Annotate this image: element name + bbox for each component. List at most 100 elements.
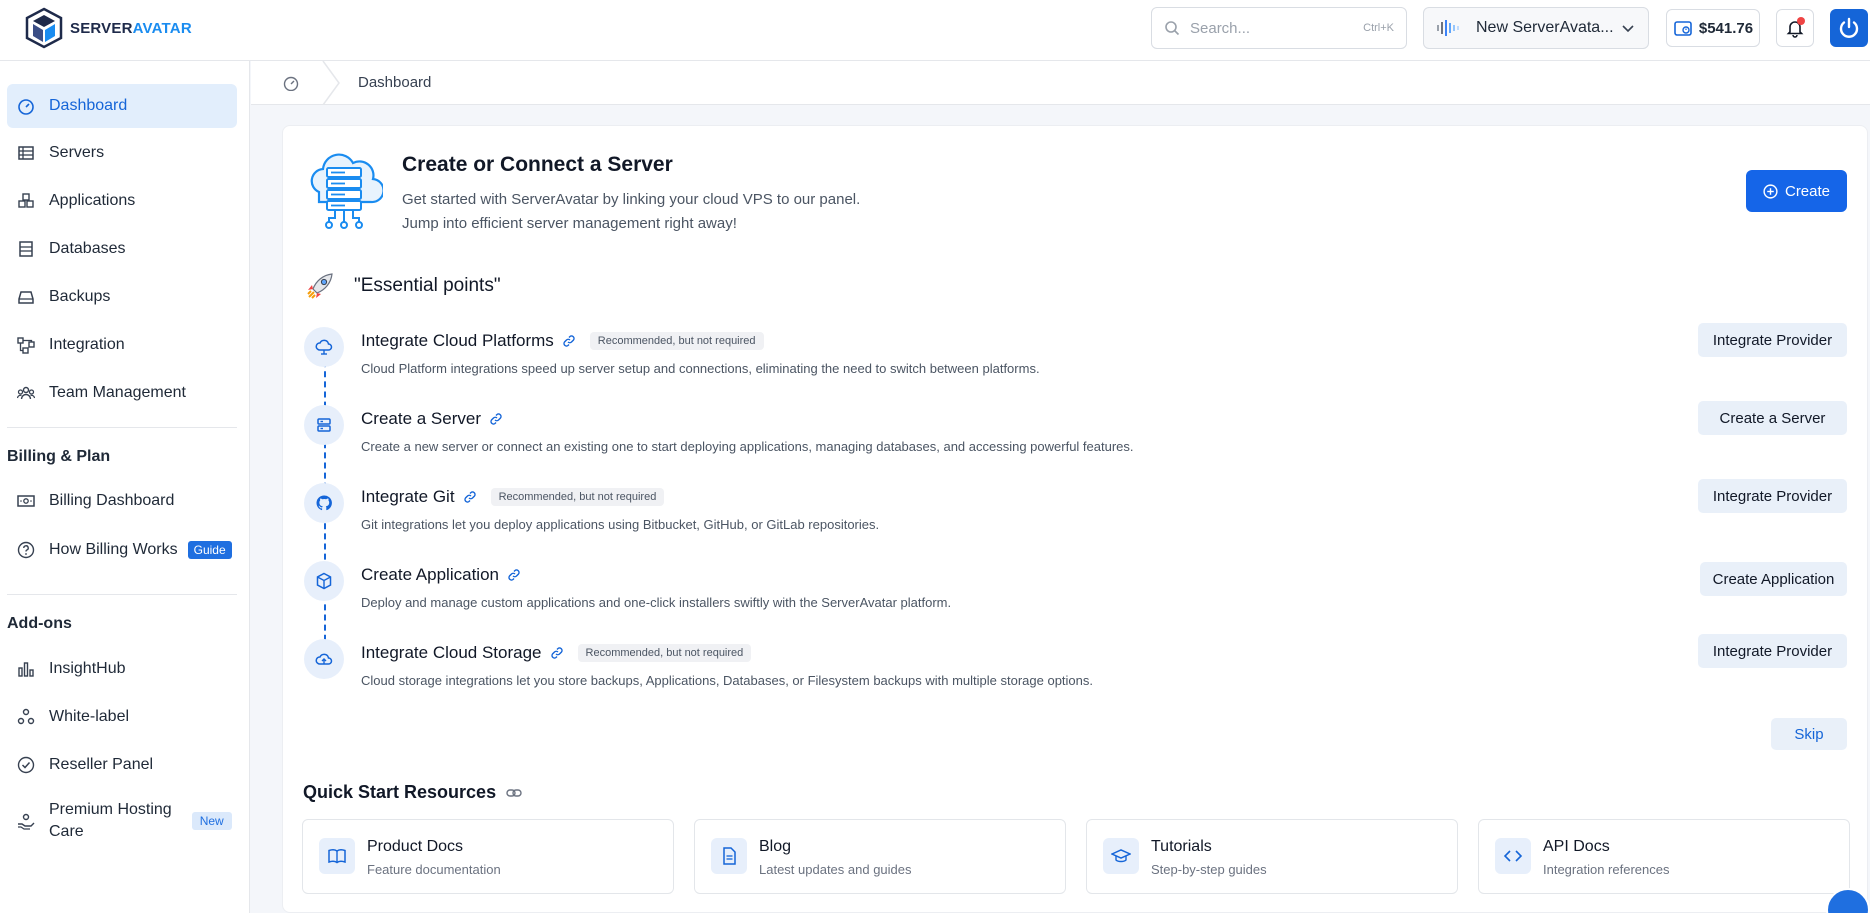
sidebar-item-premium-hosting-care[interactable]: Premium Hosting Care New xyxy=(7,797,237,845)
step-title-integrate-git[interactable]: Integrate Git Recommended, but not requi… xyxy=(361,487,665,507)
sidebar-item-label: Servers xyxy=(49,144,105,161)
link-icon[interactable] xyxy=(507,568,521,582)
step-title-integrate-cloud[interactable]: Integrate Cloud Platforms Recommended, b… xyxy=(361,331,764,351)
notifications-button[interactable] xyxy=(1776,9,1814,47)
essentials-title: "Essential points" xyxy=(354,275,501,296)
step-app-icon-wrap xyxy=(304,561,344,601)
cloud-server-icon xyxy=(310,153,383,229)
link-icon[interactable] xyxy=(489,412,503,426)
doc-icon-wrap xyxy=(711,838,747,874)
logo-text: SERVERAVATAR xyxy=(70,19,192,37)
sidebar-item-integration[interactable]: Integration xyxy=(7,323,237,367)
server-name: New ServerAvata... xyxy=(1476,19,1614,36)
step-desc: Cloud Platform integrations speed up ser… xyxy=(361,361,1040,376)
link-icon[interactable] xyxy=(463,490,477,504)
hero-subtitle: Get started with ServerAvatar by linking… xyxy=(402,191,861,232)
resource-name: API Docs xyxy=(1543,838,1610,855)
integrate-git-provider-button[interactable]: Integrate Provider xyxy=(1698,479,1847,513)
sidebar-item-how-billing-works[interactable]: How Billing Works Guide xyxy=(7,528,237,572)
resource-name: Product Docs xyxy=(367,838,464,855)
chart-icon xyxy=(18,662,34,677)
link-icon[interactable] xyxy=(562,334,576,348)
applications-icon xyxy=(18,193,34,208)
recommended-badge: Recommended, but not required xyxy=(577,644,752,662)
cap-icon-wrap xyxy=(1103,838,1139,874)
sidebar-item-label: Integration xyxy=(49,336,125,353)
step-title-create-application[interactable]: Create Application xyxy=(361,565,521,585)
new-badge: New xyxy=(191,812,232,830)
create-server-button[interactable]: Create a Server xyxy=(1698,401,1847,435)
sidebar-item-team-management[interactable]: Team Management xyxy=(7,371,237,415)
recommended-badge: Recommended, but not required xyxy=(490,488,665,506)
link-icon[interactable] xyxy=(550,646,564,660)
sidebar-item-backups[interactable]: Backups xyxy=(7,275,237,319)
breadcrumb: Dashboard xyxy=(251,61,1870,105)
check-circle-icon xyxy=(17,756,35,774)
integrate-storage-provider-button[interactable]: Integrate Provider xyxy=(1698,634,1847,668)
server-selector[interactable]: New ServerAvata... xyxy=(1423,7,1649,49)
sidebar-item-dashboard[interactable]: Dashboard xyxy=(7,84,237,128)
rocket-icon xyxy=(307,273,333,299)
sidebar-item-label: Reseller Panel xyxy=(49,756,154,773)
graduation-cap-icon xyxy=(1111,849,1131,863)
sidebar-item-label: How Billing Works xyxy=(49,541,178,558)
sidebar-item-reseller-panel[interactable]: Reseller Panel xyxy=(7,743,237,787)
integrate-cloud-provider-button[interactable]: Integrate Provider xyxy=(1698,323,1847,357)
cube-icon xyxy=(316,572,332,590)
server-wave-icon xyxy=(1437,20,1459,36)
resource-card-product-docs[interactable]: Product Docs Feature documentation xyxy=(302,819,674,894)
sidebar-item-databases[interactable]: Databases xyxy=(7,227,237,271)
step-title-integrate-cloud-storage[interactable]: Integrate Cloud Storage Recommended, but… xyxy=(361,643,752,663)
cloud-icon xyxy=(315,339,333,355)
sidebar-item-label: White-label xyxy=(49,708,130,725)
skip-button[interactable]: Skip xyxy=(1771,718,1847,750)
dashboard-icon[interactable] xyxy=(283,75,299,91)
sidebar-item-servers[interactable]: Servers xyxy=(7,131,237,175)
resource-card-blog[interactable]: Blog Latest updates and guides xyxy=(694,819,1066,894)
search-input[interactable]: Search... Ctrl+K xyxy=(1151,7,1407,49)
team-icon xyxy=(17,386,35,400)
link-icon[interactable] xyxy=(506,785,522,801)
document-icon xyxy=(723,847,736,865)
sidebar-item-label: Premium Hosting Care xyxy=(49,801,172,840)
sidebar-item-label: Databases xyxy=(49,240,126,257)
sidebar-item-label: Backups xyxy=(49,288,111,305)
power-icon xyxy=(1839,17,1859,38)
balance-amount: $541.76 xyxy=(1698,19,1754,37)
sidebar-item-billing-dashboard[interactable]: Billing Dashboard xyxy=(7,479,237,523)
sidebar-item-applications[interactable]: Applications xyxy=(7,179,237,223)
notification-dot xyxy=(1797,17,1805,25)
search-shortcut: Ctrl+K xyxy=(1363,22,1394,34)
sidebar: Dashboard Servers Applications Databases… xyxy=(0,61,250,913)
github-icon xyxy=(316,495,332,511)
search-icon xyxy=(1165,21,1180,36)
top-bar: SERVERAVATAR Search... Ctrl+K New Server… xyxy=(0,0,1870,61)
resource-name: Tutorials xyxy=(1151,838,1212,855)
plus-circle-icon xyxy=(1763,183,1778,199)
addons-section-title: Add-ons xyxy=(7,615,72,632)
search-placeholder: Search... xyxy=(1190,19,1251,37)
balance-button[interactable]: $541.76 xyxy=(1666,9,1760,47)
book-open-icon xyxy=(328,849,346,864)
step-desc: Create a new server or connect an existi… xyxy=(361,439,1134,454)
sidebar-divider xyxy=(7,427,237,428)
book-icon-wrap xyxy=(319,838,355,874)
create-application-button[interactable]: Create Application xyxy=(1700,562,1847,596)
step-desc: Git integrations let you deploy applicat… xyxy=(361,517,880,532)
code-icon xyxy=(1503,850,1523,862)
sidebar-item-white-label[interactable]: White-label xyxy=(7,695,237,739)
sidebar-item-insighthub[interactable]: InsightHub xyxy=(7,647,237,691)
step-desc: Cloud storage integrations let you store… xyxy=(361,673,1093,688)
whitelabel-icon xyxy=(17,708,35,725)
resource-card-api-docs[interactable]: API Docs Integration references xyxy=(1478,819,1850,894)
step-title-create-server[interactable]: Create a Server xyxy=(361,409,503,429)
resource-desc: Feature documentation xyxy=(367,862,501,877)
billing-icon xyxy=(17,495,35,507)
resource-card-tutorials[interactable]: Tutorials Step-by-step guides xyxy=(1086,819,1458,894)
step-cloud-icon-wrap xyxy=(304,327,344,367)
create-button[interactable]: Create xyxy=(1746,170,1847,212)
cloud-upload-icon xyxy=(315,653,333,665)
sidebar-item-label: Billing Dashboard xyxy=(49,492,175,509)
power-button[interactable] xyxy=(1830,9,1868,47)
logo[interactable]: SERVERAVATAR xyxy=(24,7,192,49)
